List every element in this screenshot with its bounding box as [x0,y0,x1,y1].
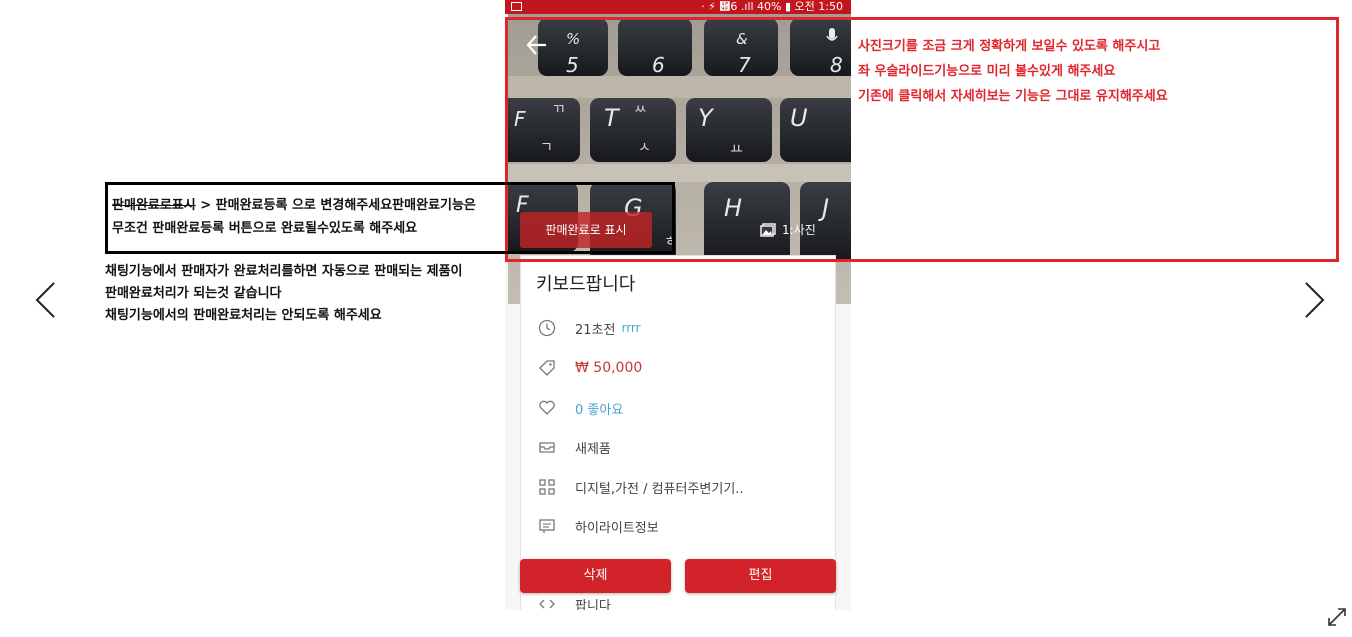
category: 디지털,가전 / 컴퓨터주변기기.. [575,481,744,497]
status-bar: · ⚡ ὏6 .ıll 40% ▮ 오전 1:50 [505,0,851,14]
annotation-text: 기존에 클릭해서 자세히보는 기능은 그대로 유지해주세요 [858,89,1168,104]
code-icon [537,594,557,610]
tag-icon [537,358,557,378]
heart-icon[interactable] [537,398,557,418]
product-title: 키보드팝니다 [536,274,636,295]
price-row: ₩ 50,000 [537,356,642,380]
sold-button-annotation-box: 판매완료로표시 > 판매완료등록 으로 변경해주세요판매완료기능은 무조건 판매… [105,182,675,254]
status-text: · ⚡ ὏6 .ıll 40% ▮ 오전 1:50 [701,0,843,13]
message-icon [537,516,557,536]
seller-name[interactable]: rrrr [621,321,640,335]
product-info-card: 키보드팝니다 21초전 rrrr ₩ 50,000 0 좋아요 새제품 디지털,… [520,255,836,610]
likes-count: 0 좋아요 [575,402,624,418]
annotation-text: > 판매완료등록 으로 변경해주세요판매완료기능은 [195,198,476,213]
annotation-text: 채팅기능에서의 판매완료처리는 안되도록 해주세요 [105,308,382,323]
inbox-icon [537,437,557,457]
condition: 새제품 [575,441,611,457]
chat-annotation: 채팅기능에서 판매자가 완료처리를하면 자동으로 판매되는 제품이 판매완료처리… [105,261,463,327]
previous-arrow-icon[interactable] [32,280,62,320]
next-arrow-icon[interactable] [1298,280,1328,320]
likes-row: 0 좋아요 [537,396,623,420]
expand-icon[interactable] [1326,606,1348,628]
posted-time: 21초전 [575,322,616,338]
category-row: 디지털,가전 / 컴퓨터주변기기.. [537,475,744,499]
clock-icon [537,318,557,338]
description-row: 팝니다 [537,592,611,610]
photo-annotation: 사진크기를 조금 크게 정확하게 보일수 있도록 해주시고 좌 우슬라이드기능으… [858,34,1168,109]
gallery-notification-icon [511,2,522,11]
struck-label: 판매완료로표시 [112,198,196,213]
annotation-line: 판매완료로표시 > 판매완료등록 으로 변경해주세요판매완료기능은 [112,194,668,217]
price: ₩ 50,000 [575,360,643,376]
description: 팝니다 [575,598,611,611]
time-row: 21초전 rrrr [537,316,641,340]
edit-button[interactable]: 편집 [685,559,836,593]
highlight-row: 하이라이트정보 [537,514,659,538]
grid-icon [537,477,557,497]
annotation-text: 사진크기를 조금 크게 정확하게 보일수 있도록 해주시고 [858,39,1161,54]
annotation-text: 좌 우슬라이드기능으로 미리 볼수있게 해주세요 [858,64,1116,79]
delete-button[interactable]: 삭제 [520,559,671,593]
annotation-text: 채팅기능에서 판매자가 완료처리를하면 자동으로 판매되는 제품이 [105,264,463,279]
condition-row: 새제품 [537,435,611,459]
annotation-text: 판매완료처리가 되는것 같습니다 [105,286,282,301]
annotation-text: 무조건 판매완료등록 버튼으로 완료될수있도록 해주세요 [112,221,418,236]
highlight-info: 하이라이트정보 [575,520,659,536]
